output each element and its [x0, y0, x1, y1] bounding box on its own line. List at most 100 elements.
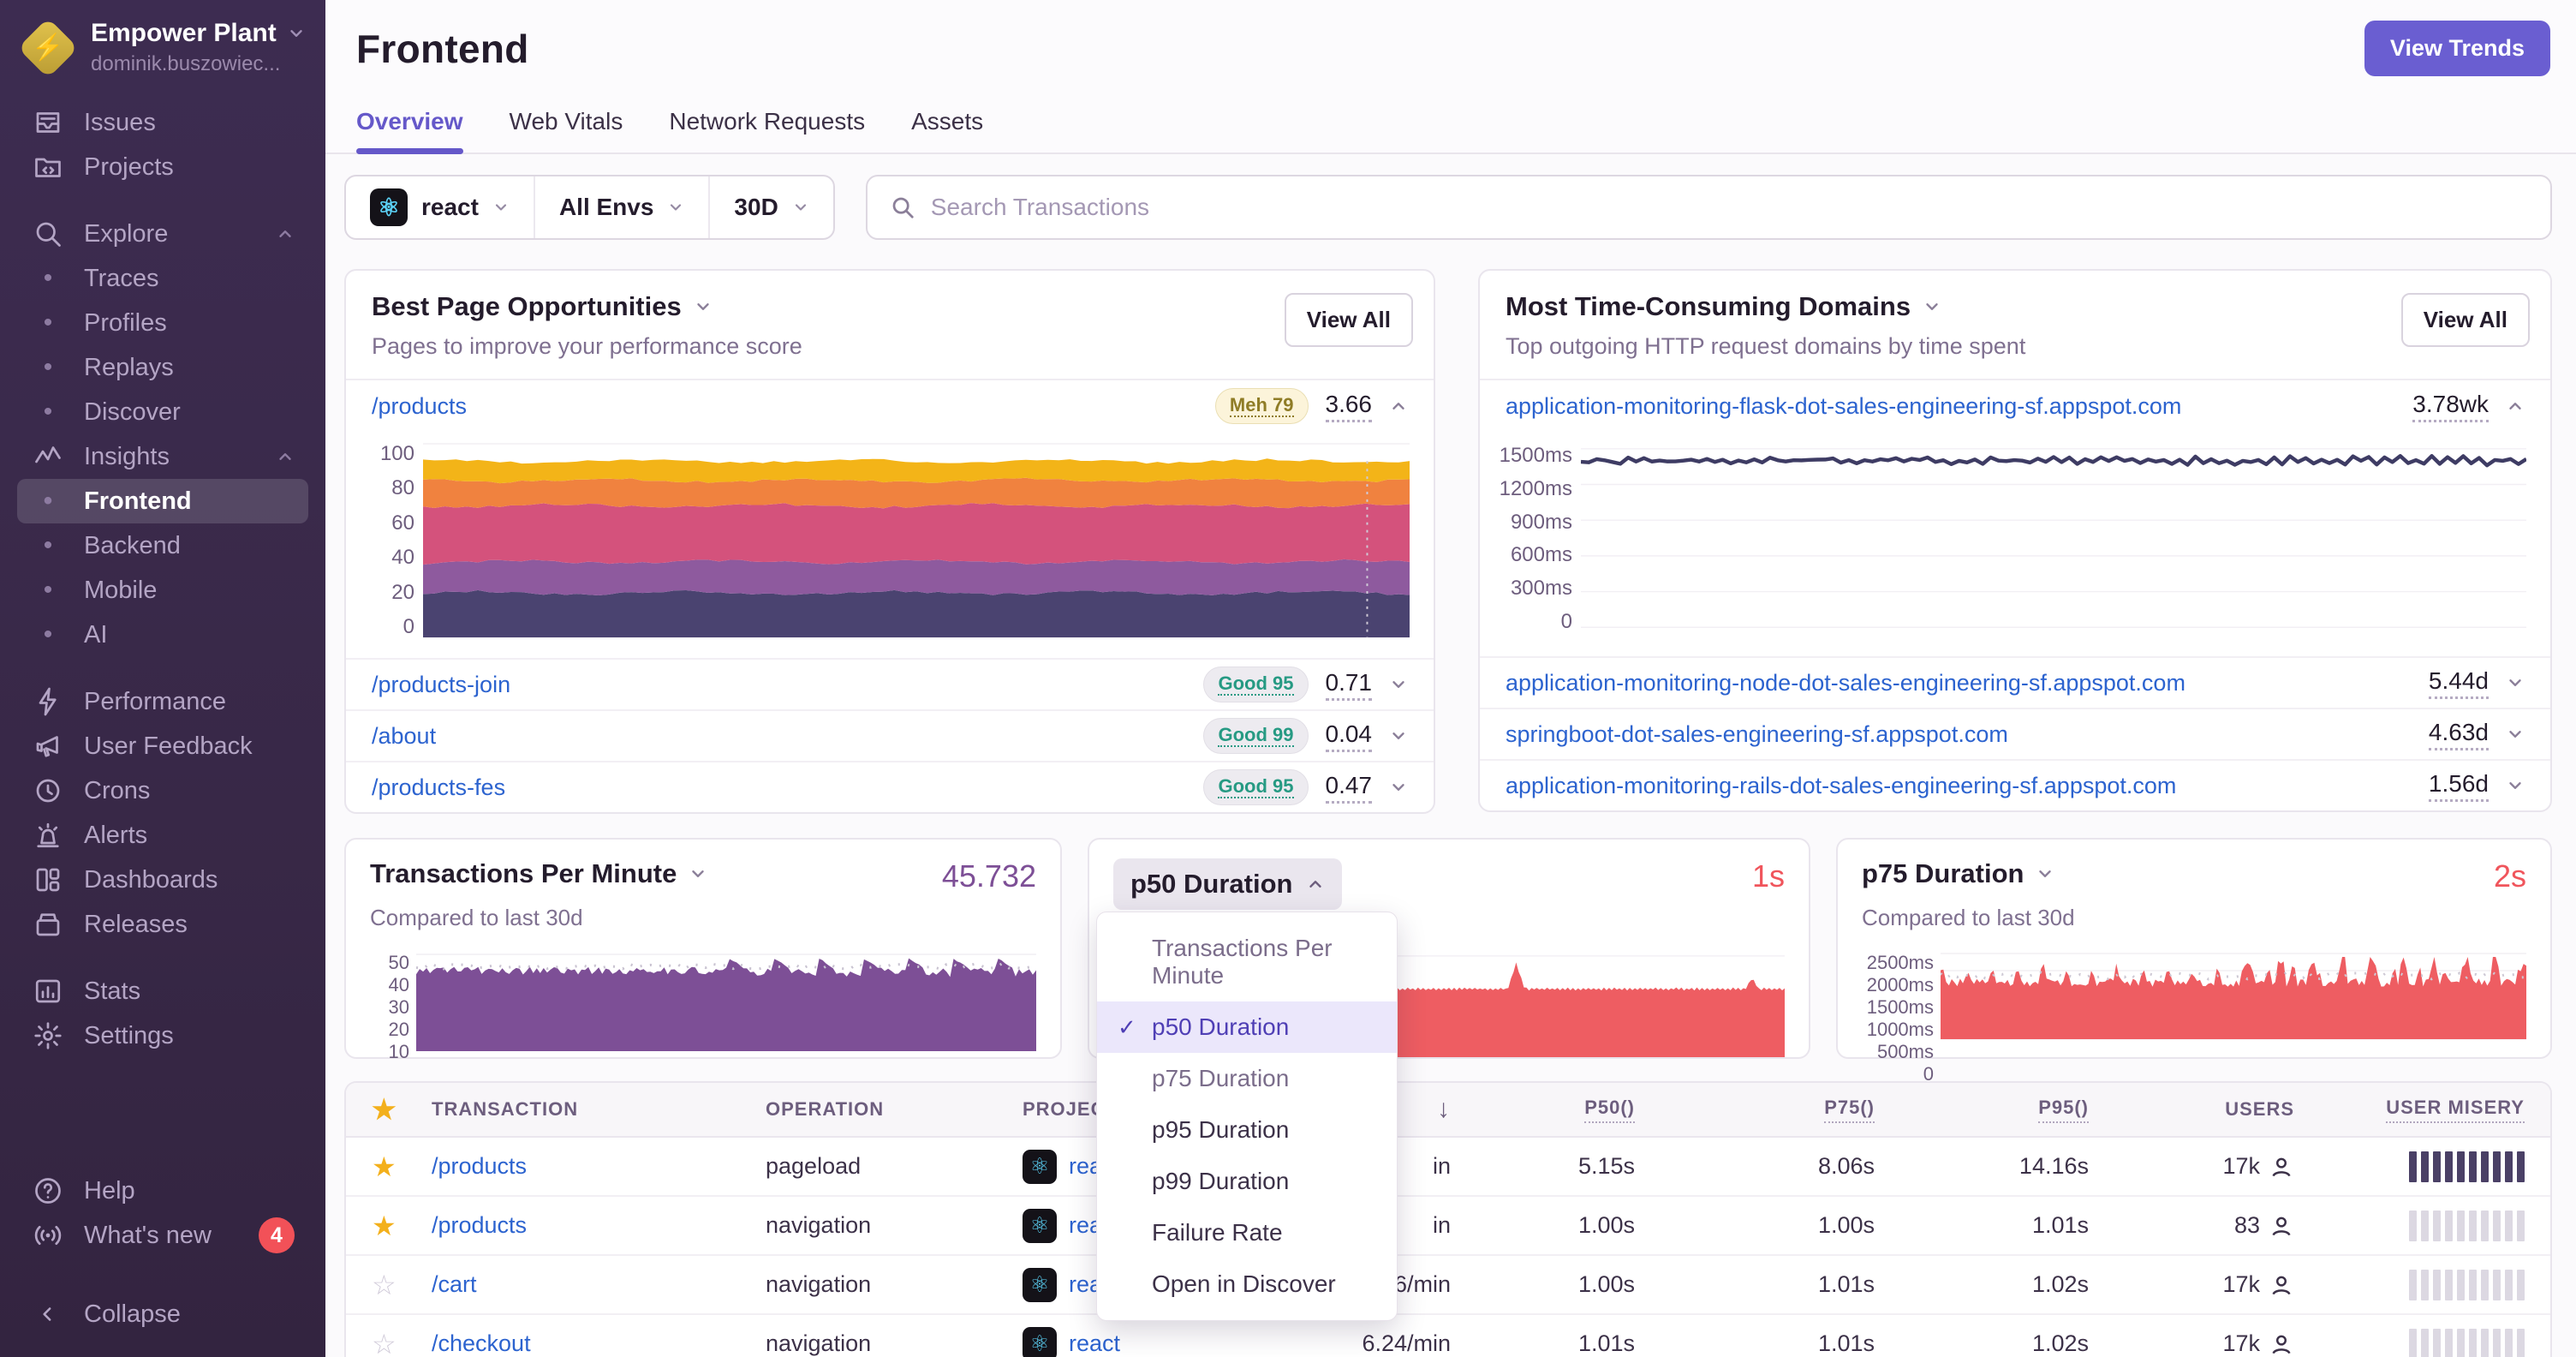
domain-link[interactable]: application-monitoring-rails-dot-sales-e… [1506, 773, 2176, 799]
sidebar-item-issues[interactable]: Issues [17, 100, 308, 145]
menu-item-open-in-discover[interactable]: Open in Discover [1097, 1258, 1397, 1310]
search-bar[interactable] [865, 175, 2552, 240]
org-name[interactable]: Empower Plant [91, 19, 306, 48]
col-operation[interactable]: Operation [766, 1098, 1023, 1121]
col-user-misery[interactable]: User Misery [2386, 1097, 2525, 1123]
sidebar-item-replays[interactable]: • Replays [17, 345, 308, 390]
sidebar-item-projects[interactable]: Projects [17, 145, 308, 189]
axis-tick-label: 2500ms [1866, 952, 1934, 973]
project-link[interactable]: react [1069, 1330, 1120, 1357]
col-p95[interactable]: P95() [2038, 1097, 2089, 1123]
expand-toggle[interactable] [1389, 778, 1408, 797]
col-users[interactable]: Users [2225, 1098, 2294, 1121]
domain-link[interactable]: springboot-dot-sales-engineering-sf.apps… [1506, 721, 2008, 748]
transaction-link[interactable]: /products [432, 1153, 766, 1180]
menu-item-transactions-per-minute[interactable]: Transactions Per Minute [1097, 923, 1397, 1001]
transaction-link[interactable]: /checkout [432, 1330, 766, 1357]
sidebar-item-insights[interactable]: Insights [17, 434, 308, 479]
page-link[interactable]: /products-join [372, 672, 510, 698]
expand-toggle[interactable] [2506, 725, 2525, 744]
sidebar-item-alerts[interactable]: Alerts [17, 813, 308, 858]
domain-link[interactable]: application-monitoring-flask-dot-sales-e… [1506, 393, 2181, 420]
expand-toggle[interactable] [1389, 397, 1408, 415]
col-p75[interactable]: P75() [1824, 1097, 1875, 1123]
sidebar-item-traces[interactable]: • Traces [17, 256, 308, 301]
sidebar-item-performance[interactable]: Performance [17, 679, 308, 724]
expand-toggle[interactable] [2506, 397, 2525, 415]
view-trends-button[interactable]: View Trends [2364, 21, 2550, 76]
star-icon[interactable]: ★ [372, 1093, 432, 1126]
menu-item-p75-duration[interactable]: p75 Duration [1097, 1053, 1397, 1104]
expand-toggle[interactable] [1389, 675, 1408, 694]
sidebar-item-help[interactable]: Help [17, 1169, 308, 1213]
sidebar-item-frontend[interactable]: • Frontend [17, 479, 308, 523]
sidebar-item-discover[interactable]: • Discover [17, 390, 308, 434]
user-misery-bars [2409, 1210, 2525, 1241]
search-input[interactable] [930, 194, 2528, 221]
tab-web-vitals[interactable]: Web Vitals [510, 108, 623, 152]
org-switcher[interactable]: ⚡ Empower Plant dominik.buszowiec... [0, 0, 325, 97]
tab-assets[interactable]: Assets [911, 108, 983, 152]
domain-row: application-monitoring-flask-dot-sales-e… [1480, 380, 2550, 432]
tpm-metric-panel: Transactions Per Minute 45.732 Compared … [344, 838, 1062, 1062]
domain-link[interactable]: application-monitoring-node-dot-sales-en… [1506, 670, 2185, 696]
sidebar-item-profiles[interactable]: • Profiles [17, 301, 308, 345]
sidebar-item-crons[interactable]: Crons [17, 768, 308, 813]
col-p50[interactable]: P50() [1584, 1097, 1635, 1123]
tab-overview[interactable]: Overview [356, 108, 463, 154]
star-toggle[interactable]: ☆ [372, 1269, 432, 1301]
user-misery-bars [2409, 1269, 2525, 1300]
tpm-title[interactable]: Transactions Per Minute [370, 858, 707, 889]
menu-item-p50-duration[interactable]: ✓ p50 Duration [1097, 1001, 1397, 1053]
col-transaction[interactable]: Transaction [432, 1098, 766, 1121]
sidebar-item-dashboards[interactable]: Dashboards [17, 858, 308, 902]
domains-title[interactable]: Most Time-Consuming Domains [1506, 291, 2525, 322]
p50-metric-select-button[interactable]: p50 Duration [1113, 858, 1343, 910]
sidebar-item-label: Alerts [84, 821, 148, 849]
star-toggle[interactable]: ☆ [372, 1328, 432, 1357]
row-value: 3.66 [1325, 391, 1372, 422]
sidebar-item-ai[interactable]: • AI [17, 613, 308, 657]
metric-select-dropdown: Transactions Per Minute ✓ p50 Duration p75 … [1096, 912, 1398, 1321]
sort-descending-icon[interactable]: ↓ [1437, 1095, 1451, 1124]
star-toggle[interactable]: ★ [372, 1210, 432, 1242]
sidebar-item-mobile[interactable]: • Mobile [17, 568, 308, 613]
transaction-link[interactable]: /cart [432, 1271, 766, 1298]
p50-cell: 1.00s [1577, 1212, 1635, 1238]
expand-toggle[interactable] [2506, 673, 2525, 692]
page-link[interactable]: /about [372, 723, 436, 750]
best-pages-view-all-button[interactable]: View All [1284, 293, 1413, 347]
transaction-link[interactable]: /products [432, 1212, 766, 1239]
p75-title[interactable]: p75 Duration [1862, 858, 2054, 889]
sidebar-item-label: Dashboards [84, 865, 218, 894]
expand-toggle[interactable] [1389, 726, 1408, 745]
users-cell: 83 [2234, 1212, 2294, 1239]
sidebar-item-what-s-new[interactable]: What's new 4 [17, 1213, 308, 1258]
menu-item-p99-duration[interactable]: p99 Duration [1097, 1156, 1397, 1207]
sidebar-item-user-feedback[interactable]: User Feedback [17, 724, 308, 768]
project-filter[interactable]: ⚛ react [346, 176, 534, 238]
page-link[interactable]: /products-fes [372, 774, 505, 801]
star-toggle[interactable]: ★ [372, 1151, 432, 1183]
sidebar-item-backend[interactable]: • Backend [17, 523, 308, 568]
sidebar-item-settings[interactable]: Settings [17, 1013, 308, 1058]
domains-view-all-button[interactable]: View All [2400, 293, 2530, 347]
main-area: View Trends Frontend Overview Web Vitals N… [325, 0, 2576, 1357]
tab-network-requests[interactable]: Network Requests [669, 108, 865, 152]
table-row: ☆/cart navigation ⚛ react 6.96/min 1.00s 1.01s… [346, 1256, 2550, 1315]
table-row: ★/products navigation ⚛ react in 1.00s 1.00s 1.… [346, 1197, 2550, 1256]
sidebar-item-label: Backend [84, 531, 181, 559]
date-range-filter[interactable]: 30D [708, 176, 832, 238]
sidebar-item-stats[interactable]: Stats [17, 969, 308, 1013]
chevron-down-icon [1392, 784, 1404, 791]
expand-toggle[interactable] [2506, 776, 2525, 795]
page-link[interactable]: /products [372, 393, 467, 420]
menu-item-p95-duration[interactable]: p95 Duration [1097, 1104, 1397, 1156]
sidebar-item-releases[interactable]: Releases [17, 902, 308, 947]
bullet-icon: • [43, 264, 53, 292]
menu-item-failure-rate[interactable]: Failure Rate [1097, 1207, 1397, 1258]
sidebar-item-explore[interactable]: Explore [17, 212, 308, 256]
best-pages-title[interactable]: Best Page Opportunities [372, 291, 1408, 322]
sidebar-collapse-button[interactable]: Collapse [17, 1292, 308, 1336]
environment-filter[interactable]: All Envs [533, 176, 708, 238]
